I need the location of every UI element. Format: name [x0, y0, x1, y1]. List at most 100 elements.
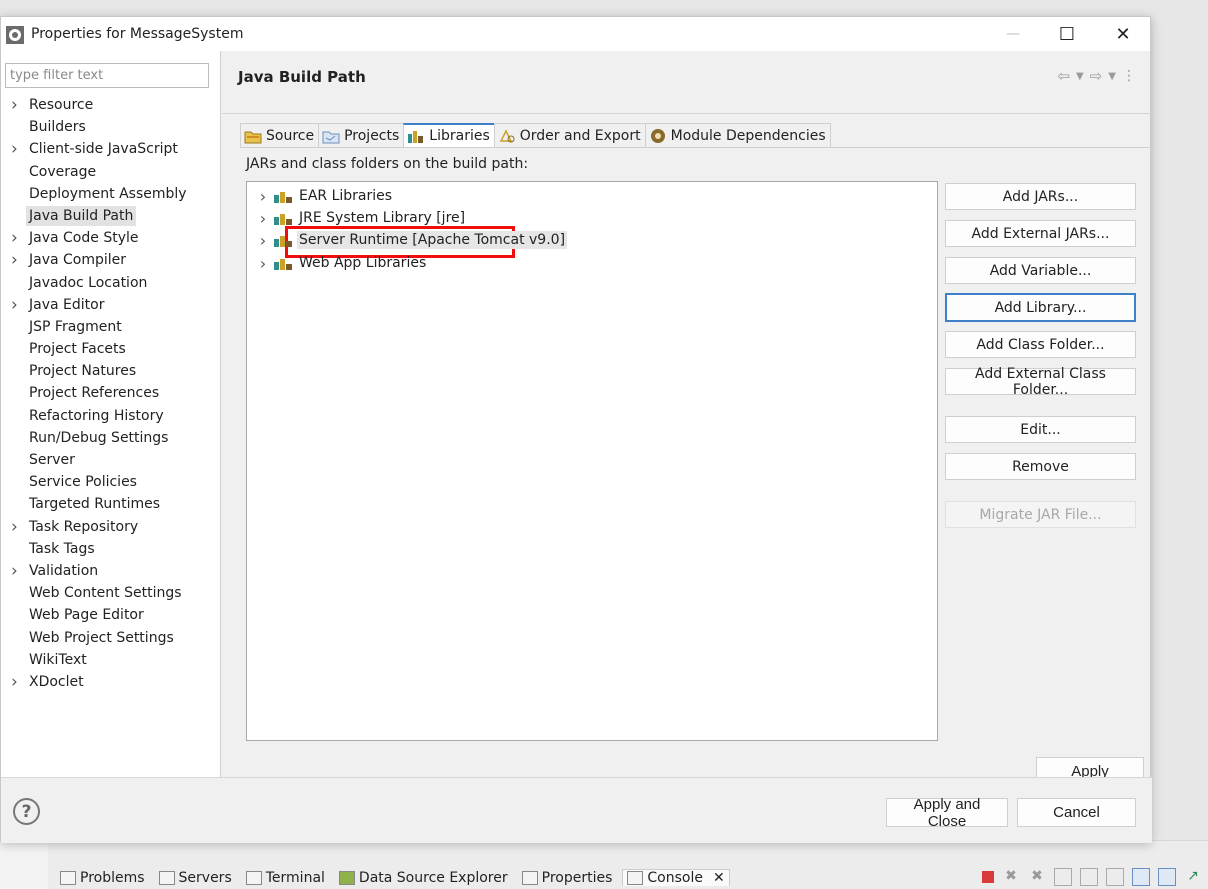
- cancel-button[interactable]: Cancel: [1017, 798, 1136, 827]
- sidebar-item-project-facets[interactable]: Project Facets: [1, 338, 221, 360]
- sidebar-item-refactoring-history[interactable]: Refactoring History: [1, 405, 221, 427]
- sidebar-item-service-policies[interactable]: Service Policies: [1, 471, 221, 493]
- sidebar-item-javadoc-location[interactable]: Javadoc Location: [1, 272, 221, 294]
- chevron-right-icon[interactable]: ›: [11, 138, 18, 160]
- remove-all-icon[interactable]: ✖: [1028, 868, 1046, 886]
- chevron-right-icon[interactable]: ›: [11, 249, 18, 271]
- sidebar-item-web-content-settings[interactable]: Web Content Settings: [1, 582, 221, 604]
- view-tab-label: Servers: [178, 869, 232, 886]
- tab-order-and-export[interactable]: Order and Export: [493, 123, 646, 147]
- sidebar-item-wikitext[interactable]: WikiText: [1, 649, 221, 671]
- sidebar-item-run-debug-settings[interactable]: Run/Debug Settings: [1, 427, 221, 449]
- sidebar-item-java-build-path[interactable]: Java Build Path: [1, 205, 221, 227]
- projects-icon: [322, 128, 340, 144]
- sidebar-item-jsp-fragment[interactable]: JSP Fragment: [1, 316, 221, 338]
- chevron-right-icon[interactable]: ›: [11, 671, 18, 693]
- tree-node-server-runtime-apache-tomcat-v9-0[interactable]: › Server Runtime [Apache Tomcat v9.0]: [257, 229, 568, 251]
- close-button[interactable]: ✕: [1095, 17, 1151, 51]
- word-wrap-icon[interactable]: [1080, 868, 1098, 886]
- tab-source[interactable]: Source: [240, 123, 320, 147]
- chevron-right-icon[interactable]: ›: [257, 254, 269, 273]
- chevron-right-icon[interactable]: ›: [11, 516, 18, 538]
- view-tab-properties[interactable]: Properties: [518, 870, 617, 886]
- chevron-right-icon[interactable]: ›: [257, 209, 269, 228]
- apply-and-close-button[interactable]: Apply and Close: [886, 796, 1008, 830]
- sidebar-item-builders[interactable]: Builders: [1, 116, 221, 138]
- pin-console-icon[interactable]: [1106, 868, 1124, 886]
- view-menu-icon[interactable]: ⋮: [1122, 68, 1136, 84]
- sidebar-item-resource[interactable]: › Resource: [1, 94, 221, 116]
- terminate-icon[interactable]: [982, 871, 994, 883]
- add-class-folder-button[interactable]: Add Class Folder...: [945, 331, 1136, 358]
- sidebar-item-server[interactable]: Server: [1, 449, 221, 471]
- maximize-button[interactable]: ☐: [1039, 17, 1095, 51]
- add-external-class-folder-button[interactable]: Add External Class Folder...: [945, 366, 1136, 398]
- library-tree[interactable]: › EAR Libraries › JRE System Library [jre] ›…: [246, 181, 938, 741]
- back-arrow-icon[interactable]: ⇦: [1057, 67, 1070, 85]
- sidebar-item-project-references[interactable]: Project References: [1, 382, 221, 404]
- tree-node-label: Web App Libraries: [299, 255, 427, 271]
- tab-libraries[interactable]: Libraries: [403, 123, 495, 147]
- scroll-lock-icon[interactable]: [1054, 868, 1072, 886]
- dialog-footer: ? Apply and Close Cancel: [1, 777, 1152, 843]
- sidebar-item-task-repository[interactable]: › Task Repository: [1, 516, 221, 538]
- libraries-icon: [407, 128, 425, 144]
- sidebar-item-label: Web Project Settings: [29, 629, 174, 646]
- add-jars-button[interactable]: Add JARs...: [945, 183, 1136, 210]
- chevron-right-icon[interactable]: ›: [257, 187, 269, 206]
- sidebar-item-project-natures[interactable]: Project Natures: [1, 360, 221, 382]
- chevron-right-icon[interactable]: ›: [257, 231, 269, 250]
- sidebar-item-targeted-runtimes[interactable]: Targeted Runtimes: [1, 493, 221, 515]
- sidebar-item-task-tags[interactable]: Task Tags: [1, 538, 221, 560]
- chevron-right-icon[interactable]: ›: [11, 94, 18, 116]
- view-tab-console[interactable]: Console ✕: [622, 869, 730, 886]
- tree-node-ear-libraries[interactable]: › EAR Libraries: [257, 185, 394, 207]
- view-tab-terminal[interactable]: Terminal: [242, 870, 329, 886]
- sidebar-item-web-project-settings[interactable]: Web Project Settings: [1, 627, 221, 649]
- close-icon[interactable]: ✕: [713, 870, 725, 886]
- chevron-right-icon[interactable]: ›: [11, 294, 18, 316]
- forward-menu-chevron-icon[interactable]: ▼: [1108, 71, 1116, 82]
- edit-button[interactable]: Edit...: [945, 416, 1136, 443]
- back-menu-chevron-icon[interactable]: ▼: [1076, 71, 1084, 82]
- sidebar-item-xdoclet[interactable]: › XDoclet: [1, 671, 221, 693]
- minimize-button[interactable]: —: [985, 17, 1041, 51]
- remove-button[interactable]: Remove: [945, 453, 1136, 480]
- background-left: [0, 840, 48, 889]
- sidebar-item-label: Javadoc Location: [29, 274, 148, 291]
- add-variable-button[interactable]: Add Variable...: [945, 257, 1136, 284]
- filter-input[interactable]: [5, 63, 209, 88]
- tab-module-dependencies[interactable]: Module Dependencies: [644, 123, 831, 147]
- sidebar-item-java-compiler[interactable]: › Java Compiler: [1, 249, 221, 271]
- library-icon: [273, 188, 293, 204]
- sidebar-item-label: Targeted Runtimes: [29, 496, 161, 513]
- new-console-icon[interactable]: [1158, 868, 1176, 886]
- view-tab-servers[interactable]: Servers: [155, 870, 236, 886]
- sidebar-item-deployment-assembly[interactable]: Deployment Assembly: [1, 183, 221, 205]
- help-icon[interactable]: ?: [13, 798, 40, 825]
- sidebar-item-label: Project Facets: [29, 341, 126, 358]
- open-console-icon[interactable]: ↗: [1184, 868, 1202, 886]
- sidebar-item-label: Project References: [29, 385, 160, 402]
- add-library-button[interactable]: Add Library...: [945, 293, 1136, 322]
- sidebar-item-validation[interactable]: › Validation: [1, 560, 221, 582]
- display-console-icon[interactable]: [1132, 868, 1150, 886]
- sidebar-item-coverage[interactable]: Coverage: [1, 161, 221, 183]
- chevron-right-icon[interactable]: ›: [11, 560, 18, 582]
- sidebar-item-web-page-editor[interactable]: Web Page Editor: [1, 604, 221, 626]
- forward-arrow-icon[interactable]: ⇨: [1090, 67, 1103, 85]
- view-tab-data-source-explorer[interactable]: Data Source Explorer: [335, 870, 512, 886]
- sidebar-item-client-side-javascript[interactable]: › Client-side JavaScript: [1, 138, 221, 160]
- sidebar-item-java-editor[interactable]: › Java Editor: [1, 294, 221, 316]
- add-external-jars-button[interactable]: Add External JARs...: [945, 220, 1136, 247]
- servers-icon: [158, 870, 175, 885]
- sidebar-item-java-code-style[interactable]: › Java Code Style: [1, 227, 221, 249]
- data-source-explorer-icon: [338, 870, 355, 885]
- tree-node-jre-system-library-jre[interactable]: › JRE System Library [jre]: [257, 207, 467, 229]
- view-tab-problems[interactable]: Problems: [56, 870, 149, 886]
- sidebar-item-label: Coverage: [29, 163, 97, 180]
- chevron-right-icon[interactable]: ›: [11, 227, 18, 249]
- tab-projects[interactable]: Projects: [318, 123, 405, 147]
- tree-node-web-app-libraries[interactable]: › Web App Libraries: [257, 252, 428, 274]
- remove-launch-icon[interactable]: ✖: [1002, 868, 1020, 886]
